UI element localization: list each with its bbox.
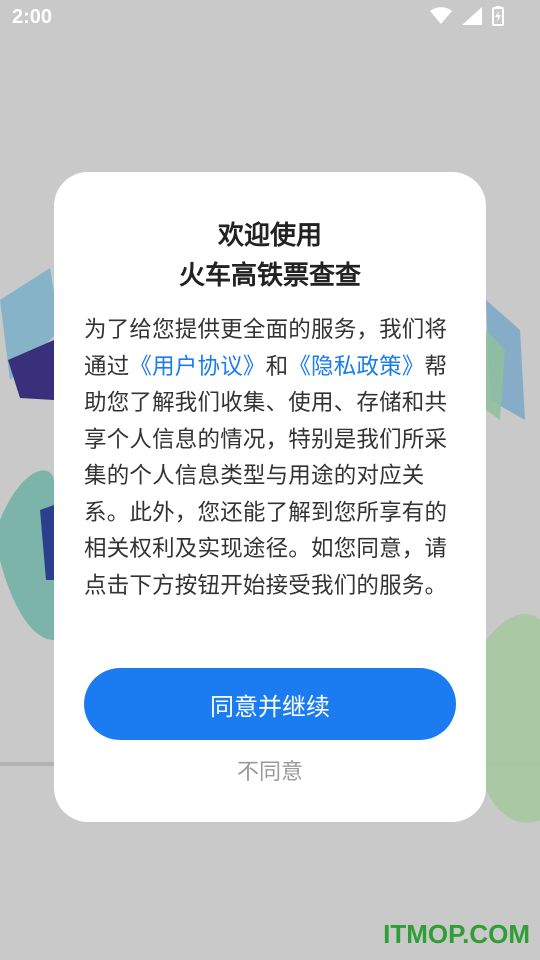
dialog-body: 为了给您提供更全面的服务，我们将通过《用户协议》和《隐私政策》帮助您了解我们收集… bbox=[84, 312, 456, 604]
status-icons bbox=[430, 6, 504, 26]
battery-charging-icon bbox=[492, 6, 504, 26]
privacy-dialog: 欢迎使用 火车高铁票查查 为了给您提供更全面的服务，我们将通过《用户协议》和《隐… bbox=[54, 172, 486, 822]
privacy-policy-link[interactable]: 《隐私政策》 bbox=[288, 354, 424, 380]
watermark: ITMOP.COM bbox=[383, 919, 530, 949]
signal-icon bbox=[462, 7, 482, 25]
user-agreement-link[interactable]: 《用户协议》 bbox=[129, 354, 265, 380]
wifi-icon bbox=[430, 7, 452, 24]
dialog-title-line2: 火车高铁票查查 bbox=[178, 261, 361, 291]
disagree-button[interactable]: 不同意 bbox=[54, 754, 486, 786]
status-bar: 2:00 bbox=[0, 0, 540, 36]
status-time: 2:00 bbox=[12, 6, 53, 28]
agree-button[interactable]: 同意并继续 bbox=[84, 668, 456, 740]
dialog-title: 欢迎使用 火车高铁票查查 bbox=[54, 216, 486, 296]
body-text-details: 帮助您了解我们收集、使用、存储和共享个人信息的情况，特别是我们所采集的个人信息类… bbox=[84, 353, 448, 599]
dialog-title-line1: 欢迎使用 bbox=[217, 221, 322, 251]
body-text-and: 和 bbox=[265, 353, 289, 380]
